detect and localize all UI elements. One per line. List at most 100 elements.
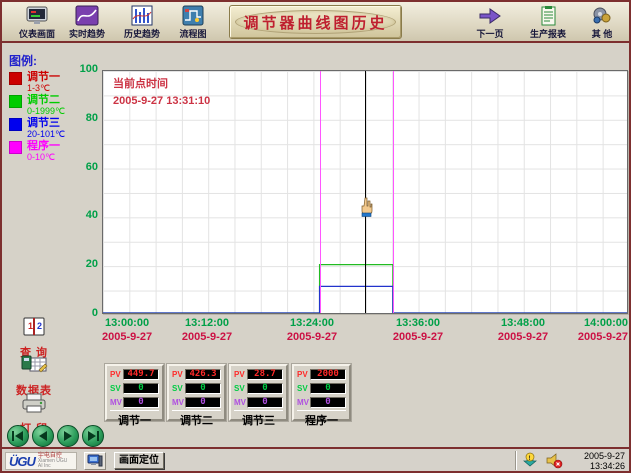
misc-gear-icon [576,5,628,27]
x-axis-tick: 13:36:002005-9-27 [393,317,443,345]
legend-series-range: 20-101℃ [27,130,65,139]
pv-label: PV [172,370,185,379]
toolbar-button-label: 流程图 [167,27,219,40]
legend-series-name: 调节三 [27,118,65,129]
x-axis-tick: 13:12:002005-9-27 [182,317,232,345]
toolbar-button-label: 历史趋势 [116,27,168,40]
app-window: 仪表画面 实时趋势 历史趋势 流程图 调节器曲线图历史 [0,0,631,473]
toolbar-button-misc[interactable]: 其 他 [576,5,628,41]
instrument-panel-icon [11,5,63,27]
muted-speaker-icon[interactable] [545,452,563,469]
legend-swatch [9,72,22,85]
title-oval: 调节器曲线图历史 [235,10,396,34]
legend-series-name: 调节一 [27,72,60,83]
legend-item: 调节一1-3℃ [9,72,97,93]
panel-title: 调节一 [110,410,159,428]
legend-swatch [9,141,22,154]
panel-title: 调节二 [172,410,221,428]
legend-swatch [9,95,22,108]
mv-label: MV [172,398,185,407]
sv-label: SV [110,384,123,393]
trend-plot-area[interactable]: 当前点时间 2005-9-27 13:31:10 [102,70,628,314]
query-book-icon: 12 [21,325,47,342]
legend-item: 程序一0-10℃ [9,141,97,162]
legend-series-range: 0-10℃ [27,153,60,162]
sv-label: SV [234,384,247,393]
y-axis-tick: 0 [64,307,98,319]
taskbar-computer-icon[interactable] [84,452,106,470]
hand-cursor-icon[interactable] [359,197,374,222]
pv-value: 2000 [310,369,346,380]
legend-swatch [9,118,22,131]
program-panel-1: PV2000 SV0 MV0 程序一 [292,364,351,421]
y-axis-tick: 40 [64,209,98,221]
system-clock: 2005-9-27 13:34:26 [584,451,625,472]
y-axis-tick: 20 [64,258,98,270]
sv-label: SV [172,384,185,393]
toolbar-button-production-report[interactable]: 生产报表 [522,5,574,41]
pv-label: PV [234,370,247,379]
company-name-en: Xiamen UGU AI Inc [38,459,73,469]
x-axis-tick: 13:00:002005-9-27 [102,317,152,345]
panel-title: 调节三 [234,410,283,428]
sv-value: 0 [123,383,159,394]
tray-divider [515,451,517,470]
y-axis-tick: 100 [64,63,98,75]
annotation-label: 当前点时间 [113,78,168,90]
nav-first-button[interactable] [7,425,29,447]
update-notify-icon[interactable]: ! [521,452,539,469]
panel-title: 程序一 [297,410,346,428]
sv-label: SV [297,384,310,393]
cursor-annotation: 当前点时间 2005-9-27 13:31:10 [113,76,210,109]
logo-text: ÜGU [9,454,35,469]
clock-time: 13:34:26 [590,461,625,471]
x-axis-tick: 14:00:002005-9-27 [578,317,628,345]
controller-panel-2: PV426.3 SV0 MV0 调节二 [167,364,226,421]
svg-text:1: 1 [28,321,33,331]
mv-value: 0 [310,397,346,408]
toolbar-button-label: 仪表画面 [11,27,63,40]
toolbar-button-label: 实时趋势 [61,27,113,40]
y-axis-tick: 80 [64,112,98,124]
toolbar-button-label: 其 他 [576,27,628,40]
legend-series-range: 0-1999℃ [27,107,65,116]
data-table-icon [20,363,48,380]
toolbar-button-flow-diagram[interactable]: 流程图 [167,5,219,41]
x-axis-tick: 13:48:002005-9-27 [498,317,548,345]
printer-icon [20,401,48,418]
toolbar-button-history-trend[interactable]: 历史趋势 [116,5,168,41]
mv-label: MV [297,398,310,407]
sv-value: 0 [247,383,283,394]
event-marker-line-end [393,71,394,313]
pv-value: 449.7 [123,369,159,380]
production-report-icon [522,5,574,27]
toolbar-button-next-page[interactable]: 下一页 [464,5,516,41]
mv-label: MV [110,398,123,407]
legend-series-name: 调节二 [27,95,65,106]
nav-last-button[interactable] [82,425,104,447]
event-marker-line-start [320,71,321,313]
toolbar-button-label: 生产报表 [522,27,574,40]
mv-value: 0 [247,397,283,408]
toolbar-button-instrument-screen[interactable]: 仪表画面 [11,5,63,41]
sv-value: 0 [310,383,346,394]
mv-value: 0 [123,397,159,408]
nav-next-button[interactable] [57,425,79,447]
svg-text:2: 2 [37,321,42,331]
mv-label: MV [234,398,247,407]
y-axis-tick: 60 [64,161,98,173]
screen-locate-button[interactable]: 画面定位 [114,452,164,469]
time-cursor-line[interactable] [365,71,366,313]
nav-previous-button[interactable] [32,425,54,447]
page-title-panel: 调节器曲线图历史 [229,5,402,39]
toolbar-button-realtime-trend[interactable]: 实时趋势 [61,5,113,41]
next-page-arrow-icon [464,5,516,27]
top-toolbar: 仪表画面 实时趋势 历史趋势 流程图 调节器曲线图历史 [2,2,629,43]
page-title: 调节器曲线图历史 [243,12,387,33]
flow-diagram-icon [167,5,219,27]
toolbar-button-label: 下一页 [464,27,516,40]
vendor-logo: ÜGU 宇电自控 Xiamen UGU AI Inc [5,452,77,470]
svg-text:!: ! [529,456,531,462]
pv-value: 426.3 [185,369,221,380]
pv-value: 28.7 [247,369,283,380]
